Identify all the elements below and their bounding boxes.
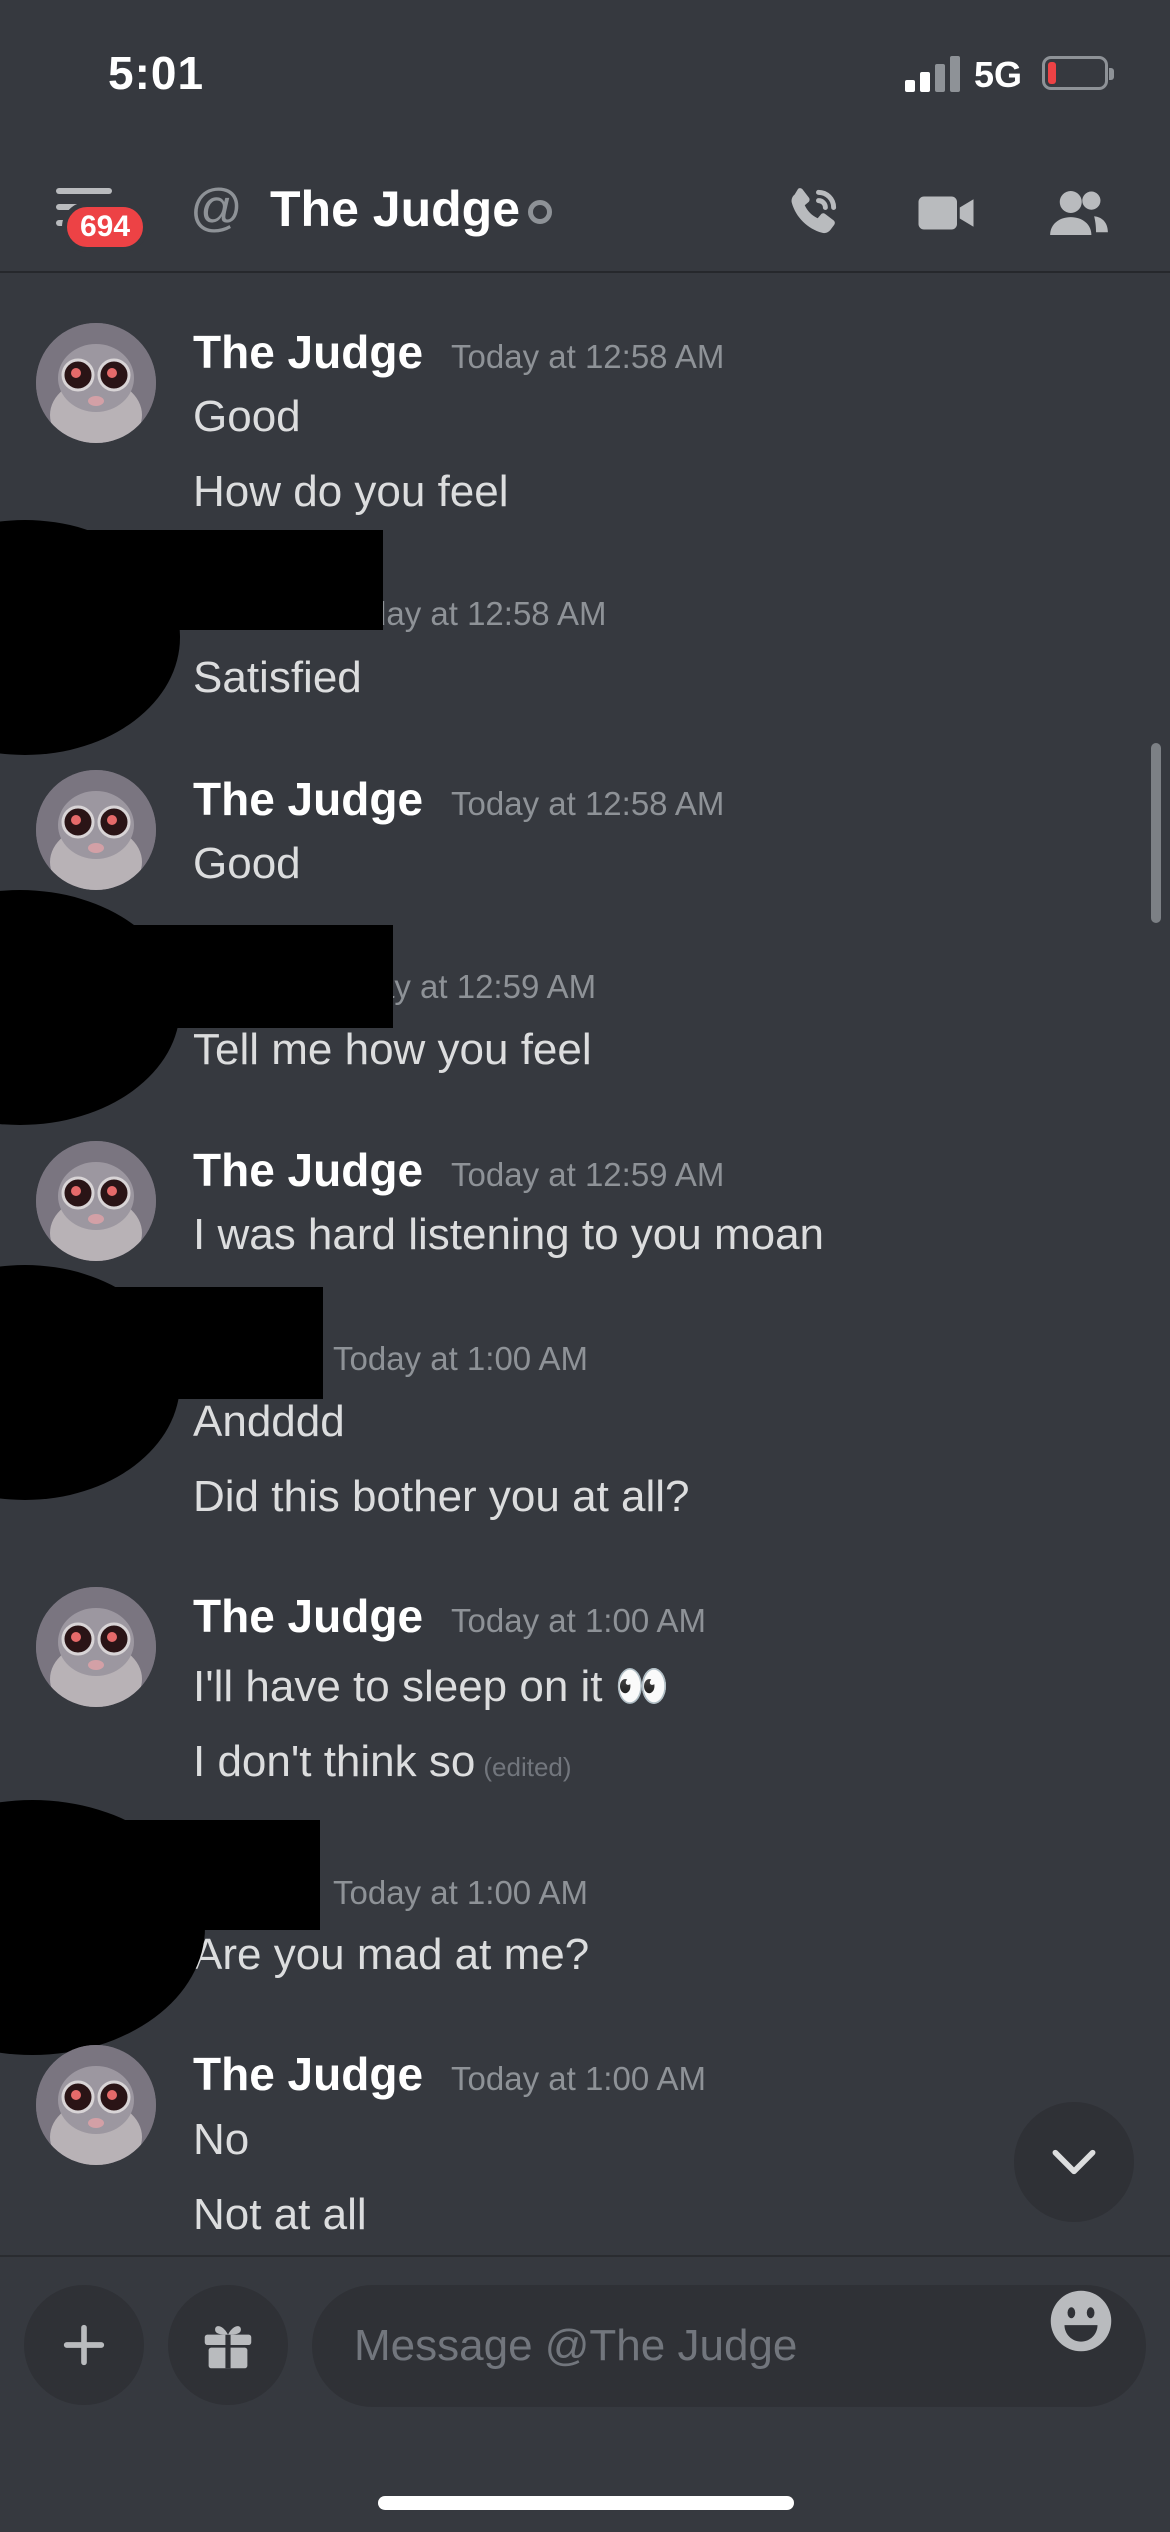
message-author[interactable]: The Judge bbox=[193, 2047, 423, 2101]
message-text[interactable]: Are you mad at me? bbox=[193, 1930, 589, 1980]
message-text[interactable]: No bbox=[193, 2115, 249, 2165]
message-text[interactable]: Satisfied bbox=[193, 653, 362, 703]
avatar[interactable] bbox=[36, 2045, 156, 2165]
message-header: The Judge Today at 12:59 AM bbox=[193, 1143, 724, 1197]
plus-icon bbox=[63, 2324, 105, 2366]
message-text[interactable]: Good bbox=[193, 392, 301, 442]
message-author[interactable]: The Judge bbox=[193, 772, 423, 826]
message-timestamp: Today at 1:00 AM bbox=[451, 2060, 707, 2097]
dm-header: 694 @ The Judge bbox=[0, 150, 1170, 273]
avatar[interactable] bbox=[36, 1587, 156, 1707]
message-text-edited[interactable]: I don't think so (edited) bbox=[193, 1737, 572, 1787]
redaction bbox=[0, 1287, 323, 1399]
composer bbox=[0, 2255, 1170, 2532]
offline-status-icon bbox=[528, 200, 552, 224]
message-author[interactable]: The Judge bbox=[193, 1589, 423, 1643]
signal-icon bbox=[905, 56, 961, 92]
redaction bbox=[0, 530, 383, 630]
message-timestamp: ay at 12:59 AM bbox=[376, 968, 597, 1005]
battery-icon bbox=[1042, 56, 1114, 90]
message-timestamp: Today at 1:00 AM bbox=[333, 1340, 588, 1377]
message-text[interactable]: Not at all bbox=[193, 2190, 367, 2240]
message-text: I don't think so bbox=[193, 1737, 476, 1786]
message-text[interactable]: Did this bother you at all? bbox=[193, 1472, 690, 1522]
at-icon: @ bbox=[190, 179, 243, 237]
message-timestamp: Today at 1:00 AM bbox=[333, 1874, 588, 1911]
message-text[interactable]: I was hard listening to you moan bbox=[193, 1210, 824, 1260]
message-text[interactable]: Andddd bbox=[193, 1397, 345, 1447]
status-bar: 5:01 5G bbox=[0, 0, 1170, 150]
scrollbar[interactable] bbox=[1151, 743, 1161, 923]
message-text[interactable]: How do you feel bbox=[193, 467, 509, 517]
message-author[interactable]: The Judge bbox=[193, 1143, 423, 1197]
message-header: The Judge Today at 1:00 AM bbox=[193, 2047, 706, 2101]
dm-title[interactable]: The Judge bbox=[270, 180, 520, 238]
message-input[interactable] bbox=[312, 2285, 1146, 2407]
message-text[interactable]: Good bbox=[193, 839, 301, 889]
redaction bbox=[0, 1820, 320, 1930]
members-icon[interactable] bbox=[1046, 180, 1112, 246]
chevron-down-icon bbox=[1052, 2149, 1096, 2175]
avatar[interactable] bbox=[36, 770, 156, 890]
gift-icon bbox=[204, 2326, 252, 2369]
video-icon[interactable] bbox=[913, 180, 979, 246]
message-timestamp: day at 12:58 AM bbox=[368, 595, 607, 632]
message-header: The Judge Today at 1:00 AM bbox=[193, 1589, 706, 1643]
redaction bbox=[0, 925, 393, 1028]
avatar[interactable] bbox=[36, 323, 156, 443]
emoji-icon[interactable] bbox=[1048, 2288, 1114, 2354]
call-icon[interactable] bbox=[780, 180, 846, 246]
add-attachment-button[interactable] bbox=[24, 2285, 144, 2405]
gift-button[interactable] bbox=[168, 2285, 288, 2405]
home-indicator bbox=[378, 2496, 794, 2510]
unread-badge: 694 bbox=[62, 202, 148, 252]
message-author[interactable]: The Judge bbox=[193, 325, 423, 379]
message-timestamp: Today at 12:58 AM bbox=[451, 338, 725, 375]
message-text[interactable]: I'll have to sleep on it 👀 bbox=[193, 1660, 670, 1712]
message-list[interactable]: The Judge Today at 12:58 AM Good How do … bbox=[0, 275, 1170, 2255]
jump-to-latest-button[interactable] bbox=[1014, 2102, 1134, 2222]
network-type: 5G bbox=[974, 54, 1023, 95]
message-header: The Judge Today at 12:58 AM bbox=[193, 325, 724, 379]
message-timestamp: Today at 1:00 AM bbox=[451, 1602, 707, 1639]
message-header: The Judge Today at 12:58 AM bbox=[193, 772, 724, 826]
message-timestamp: Today at 12:59 AM bbox=[451, 1156, 725, 1193]
avatar[interactable] bbox=[36, 1141, 156, 1261]
edited-label: (edited) bbox=[483, 1752, 572, 1782]
message-timestamp: Today at 12:58 AM bbox=[451, 785, 725, 822]
status-time: 5:01 bbox=[108, 47, 205, 99]
message-text[interactable]: Tell me how you feel bbox=[193, 1025, 592, 1075]
